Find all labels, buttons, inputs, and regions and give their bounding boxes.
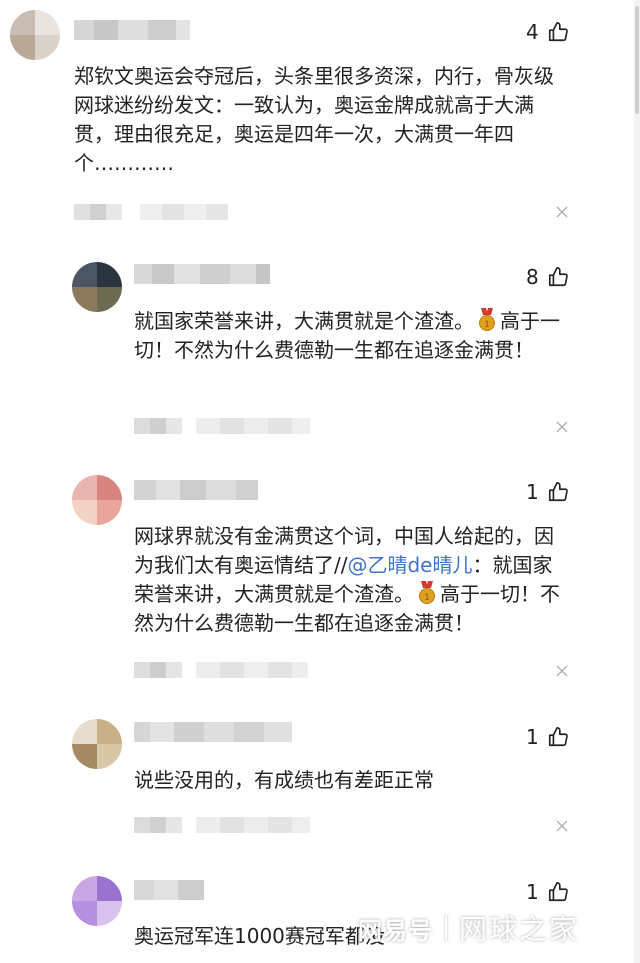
close-icon[interactable]	[555, 664, 569, 678]
username[interactable]	[134, 264, 270, 284]
avatar[interactable]	[72, 876, 122, 926]
watermark-logo: 网易号	[358, 916, 433, 945]
scrollbar-thumb[interactable]	[635, 6, 639, 114]
like-count: 1	[526, 880, 539, 904]
gold-medal-icon: 1	[419, 581, 435, 604]
close-icon[interactable]	[555, 420, 569, 434]
like-count: 1	[526, 480, 539, 504]
comment-text: 说些没用的，有成绩也有差距正常	[134, 768, 434, 792]
like-button[interactable]: 8	[526, 263, 569, 291]
like-count: 4	[526, 20, 539, 44]
comment-text: 郑钦文奥运会夺冠后，头条里很多资深，内行，骨灰级网球迷纷纷发文：一致认为，奥运金…	[74, 64, 554, 175]
avatar[interactable]	[10, 10, 60, 60]
like-button[interactable]: 1	[526, 478, 569, 506]
like-count: 8	[526, 265, 539, 289]
gold-medal-icon: 1	[479, 308, 495, 331]
like-button[interactable]: 1	[526, 723, 569, 751]
thumbs-up-icon	[548, 267, 568, 287]
thumbs-up-icon	[548, 882, 568, 902]
svg-text:1: 1	[424, 593, 430, 603]
username[interactable]	[134, 880, 204, 900]
comment-meta	[134, 662, 308, 678]
comment-text: 网球界就没有金满贯这个词，中国人给起的，因为我们太有奥运情结了//@乙晴de晴儿…	[134, 522, 570, 638]
like-count: 1	[526, 725, 539, 749]
watermark-name: 网球之家	[459, 913, 580, 946]
svg-text:1: 1	[484, 320, 490, 330]
username[interactable]	[74, 20, 190, 40]
watermark: 网易号 网球之家	[358, 908, 579, 948]
close-icon[interactable]	[555, 819, 569, 833]
mention-link[interactable]: @乙晴de晴儿	[347, 553, 472, 577]
thumbs-up-icon	[548, 22, 568, 42]
avatar[interactable]	[72, 475, 122, 525]
close-icon[interactable]	[555, 205, 569, 219]
comment-meta	[74, 204, 228, 220]
comment-text-part: 就国家荣誉来讲，大满贯就是个渣渣。	[134, 309, 474, 333]
like-button[interactable]: 1	[526, 878, 569, 906]
watermark-divider	[445, 915, 447, 941]
username[interactable]	[134, 722, 292, 742]
thumbs-up-icon	[548, 727, 568, 747]
username[interactable]	[134, 480, 258, 500]
avatar[interactable]	[72, 719, 122, 769]
avatar[interactable]	[72, 262, 122, 312]
comment-meta	[134, 817, 310, 833]
scrollbar[interactable]	[634, 0, 640, 963]
comment-text: 就国家荣誉来讲，大满贯就是个渣渣。 1 高于一切！不然为什么费德勒一生都在追逐金满贯…	[134, 307, 570, 365]
thumbs-up-icon	[548, 482, 568, 502]
like-button[interactable]: 4	[526, 18, 569, 46]
comment-meta	[134, 418, 310, 434]
